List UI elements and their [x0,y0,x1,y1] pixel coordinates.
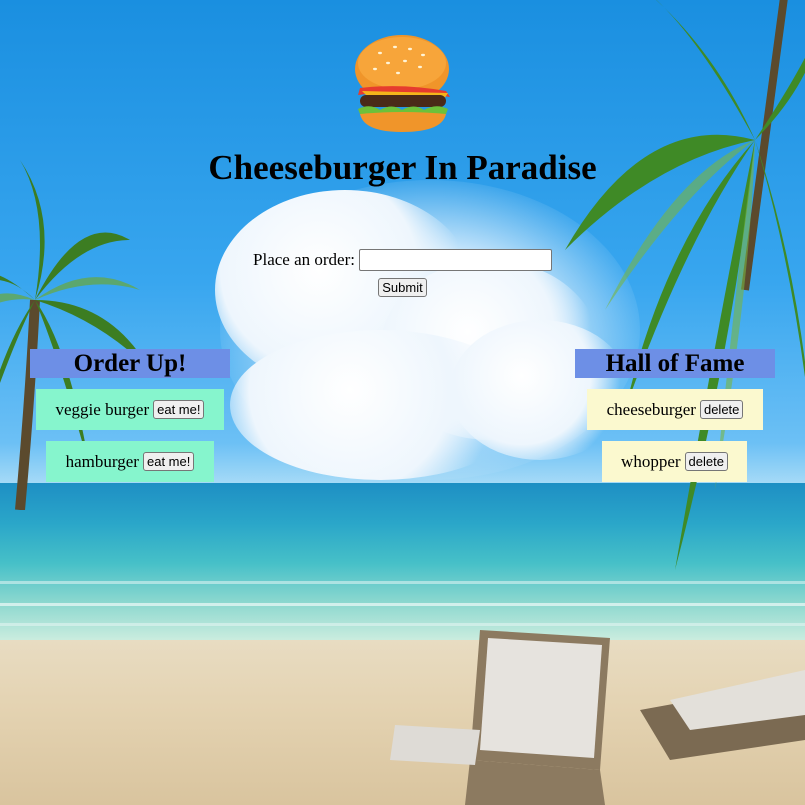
cheeseburger-icon [355,35,450,132]
order-card: hamburger eat me! [46,441,214,482]
fame-name: whopper [621,451,681,471]
fame-card: whopper delete [602,441,747,482]
order-label: Place an order: [253,250,355,269]
order-input[interactable] [358,249,552,271]
page-title: Cheeseburger In Paradise [208,148,597,187]
fame-name: cheeseburger [606,399,696,419]
delete-button[interactable]: delete [699,400,744,419]
submit-row: Submit [0,278,805,297]
eat-me-button[interactable]: eat me! [142,452,195,471]
wave-foam [0,623,805,626]
submit-button[interactable]: Submit [378,278,427,297]
order-name: hamburger [65,451,139,471]
wave-foam [0,603,805,606]
order-row: Place an order: [0,249,805,271]
eat-me-button[interactable]: eat me! [153,400,205,419]
beach-lounge-chair [390,630,805,805]
order-form: Place an order: Submit [0,249,805,297]
fame-card: cheeseburger delete [587,389,763,430]
hall-of-fame-heading: Hall of Fame [575,349,775,378]
order-up-heading: Order Up! [30,349,230,378]
delete-button[interactable]: delete [684,452,728,471]
order-name: veggie burger [55,399,150,419]
order-card: veggie burger eat me! [36,389,224,430]
